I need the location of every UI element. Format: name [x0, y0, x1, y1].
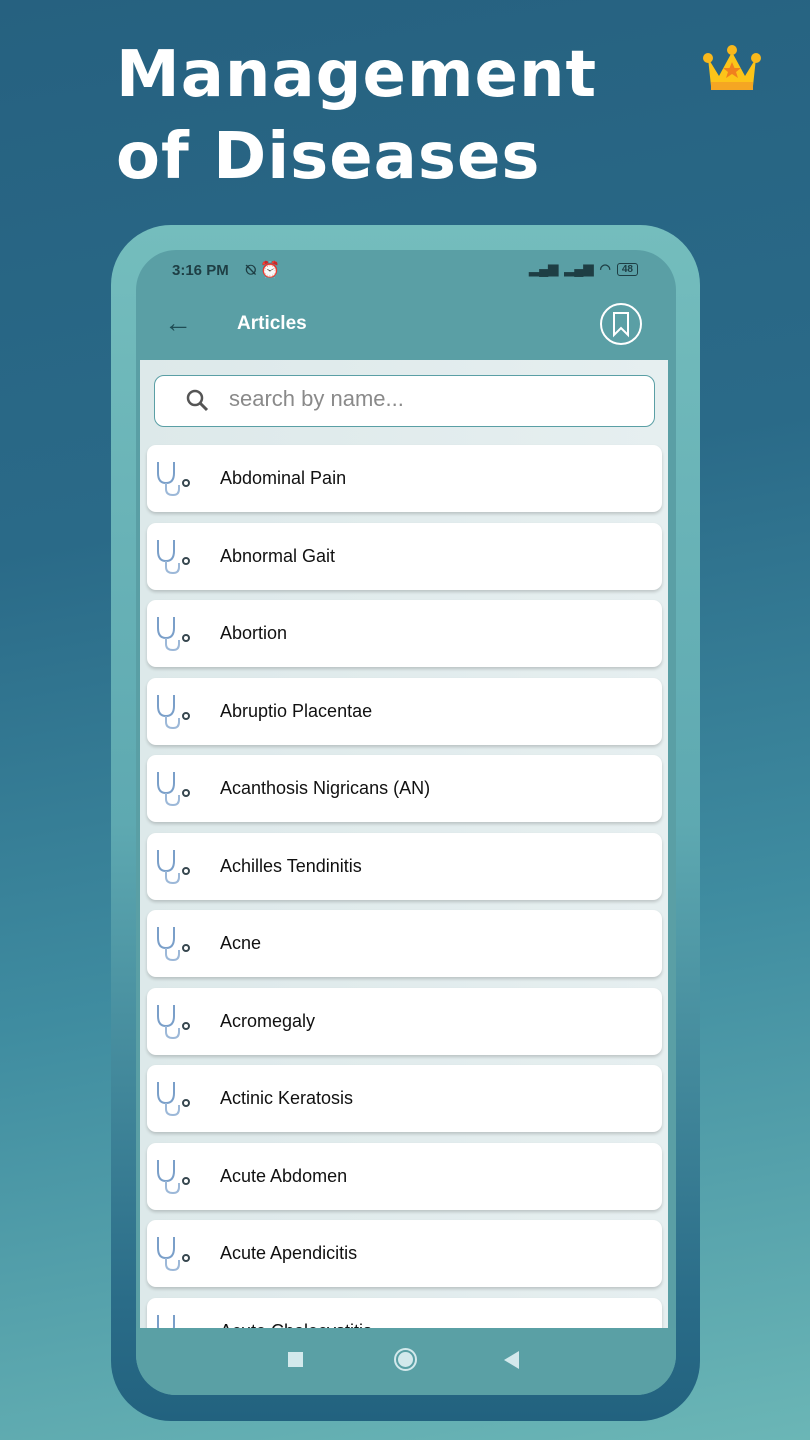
search-input[interactable]	[229, 386, 629, 412]
back-arrow-icon[interactable]: ←	[164, 307, 192, 339]
home-button[interactable]	[394, 1348, 417, 1371]
list-item[interactable]: Acromegaly	[147, 987, 662, 1055]
phone-screen: 3:16 PM ⍉ ⏰ ▂▄▆ ▂▄▆ ◠ 48 ← Articles Abdo…	[136, 250, 676, 1395]
headline-line-2: of Diseases	[116, 120, 541, 194]
app-bar: ← Articles	[136, 295, 676, 360]
status-icons: ▂▄▆ ▂▄▆ ◠ 48	[529, 261, 638, 277]
stethoscope-icon	[157, 1159, 190, 1194]
stethoscope-icon	[157, 1314, 175, 1328]
list-item-label: Actinic Keratosis	[220, 1088, 354, 1108]
list-item-label: Acute Abdomen	[220, 1165, 348, 1186]
list-item-label: Abortion	[220, 623, 288, 643]
stethoscope-icon	[157, 694, 190, 729]
system-nav-bar	[136, 1328, 676, 1395]
list-item-label: Acne	[220, 933, 262, 953]
bookmark-button[interactable]	[600, 303, 642, 345]
list-item[interactable]: Abortion	[147, 600, 662, 667]
list-item-label: Acanthosis Nigricans (AN)	[220, 778, 431, 798]
stethoscope-icon	[157, 462, 190, 497]
page-title: Articles	[237, 313, 307, 334]
list-item[interactable]: Abdominal Pain	[147, 445, 662, 512]
bookmark-icon	[613, 312, 629, 338]
list-item[interactable]: Acute Cholecystitis	[147, 1297, 662, 1329]
list-item-label: Abdominal Pain	[220, 468, 347, 488]
list-item[interactable]: Abnormal Gait	[147, 522, 662, 590]
signal-icon-2: ▂▄▆	[564, 261, 594, 276]
list-item[interactable]: Acute Apendicitis	[147, 1220, 662, 1287]
stethoscope-icon	[157, 927, 190, 962]
list-item-label: Acromegaly	[220, 1010, 316, 1031]
article-list-area: Abdominal Pain Abnormal Gait Abortion Abrup…	[140, 360, 668, 1328]
list-item[interactable]: Acute Abdomen	[147, 1142, 662, 1210]
list-item-label: Acute Apendicitis	[220, 1243, 358, 1263]
search-field[interactable]	[154, 375, 655, 427]
back-button[interactable]	[504, 1351, 519, 1369]
stethoscope-icon	[157, 1237, 190, 1272]
search-icon	[186, 389, 209, 412]
list-item[interactable]: Actinic Keratosis	[147, 1065, 662, 1132]
stethoscope-icon	[157, 1004, 190, 1039]
stethoscope-icon	[157, 539, 190, 574]
list-item-label: Acute Cholecystitis	[220, 1321, 372, 1329]
list-item-label: Abruptio Placentae	[220, 700, 373, 721]
mute-alarm-icons: ⍉ ⏰	[246, 262, 280, 279]
headline-line-1: Management	[116, 38, 598, 112]
promo-headline: Management of Diseases	[116, 34, 597, 198]
list-item-label: Achilles Tendinitis	[220, 855, 362, 876]
list-item-label: Abnormal Gait	[220, 545, 336, 566]
list-item[interactable]: Abruptio Placentae	[147, 677, 662, 745]
stethoscope-icon	[157, 772, 190, 807]
battery-icon: 48	[616, 262, 638, 276]
signal-icon: ▂▄▆	[529, 261, 559, 276]
crown-icon[interactable]	[703, 42, 761, 92]
list-item[interactable]: Acne	[147, 910, 662, 977]
status-bar: 3:16 PM ⍉ ⏰ ▂▄▆ ▂▄▆ ◠ 48	[136, 250, 676, 295]
list-item[interactable]: Achilles Tendinitis	[147, 832, 662, 900]
wifi-icon: ◠	[599, 261, 611, 276]
recents-button[interactable]	[288, 1352, 303, 1367]
status-time: 3:16 PM	[172, 262, 229, 279]
stethoscope-icon	[157, 849, 190, 884]
stethoscope-icon	[157, 617, 190, 652]
stethoscope-icon	[157, 1082, 190, 1117]
list-item[interactable]: Acanthosis Nigricans (AN)	[147, 755, 662, 822]
